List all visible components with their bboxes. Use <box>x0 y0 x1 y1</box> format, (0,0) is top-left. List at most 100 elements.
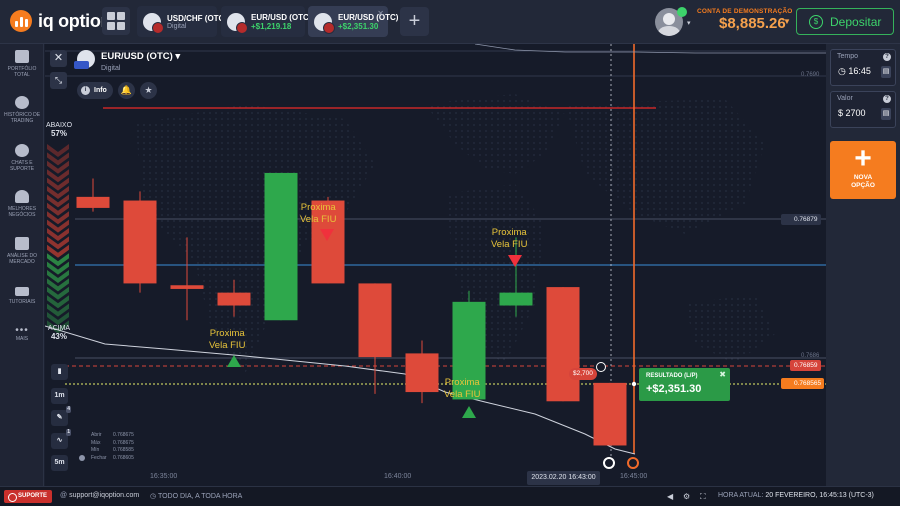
trophy-icon <box>15 190 29 203</box>
support-hours: TODO DIA, A TODA HORA <box>150 492 242 500</box>
ohlc-value: 0.768675 <box>113 439 134 446</box>
asset-tab-eurusd-2[interactable]: EUR/USD (OTC) +$2,351.30 ✕ <box>308 6 398 37</box>
time-axis-label: 16:45:00 <box>620 473 648 480</box>
current-time: HORA ATUAL: 20 FEVEREIRO, 16:45:13 (UTC-… <box>718 492 874 499</box>
new-option-button[interactable]: + NOVA OPÇÃO <box>830 141 896 199</box>
volume-icon[interactable]: ◀ <box>667 492 677 501</box>
ohlc-settings-icon[interactable] <box>79 455 85 461</box>
ohlc-label: Máx <box>91 439 101 446</box>
indicators-button[interactable]: ∿ 1 <box>51 429 71 449</box>
deposit-label: Depositar <box>830 14 882 29</box>
flag-icon <box>314 12 335 34</box>
settings-icon[interactable]: ⚙ <box>683 492 693 501</box>
time-field[interactable]: Tempo ? ◷ 16:45 ▤ <box>830 49 896 86</box>
time-value: ◷ 16:45 <box>838 66 871 76</box>
balance-caret-icon[interactable]: ▼ <box>783 17 791 26</box>
sidebar-item-portfolio[interactable]: PORTFÓLIO TOTAL <box>0 50 44 78</box>
grid-price-label: 0.7686 <box>801 353 820 359</box>
asset-grid-button[interactable] <box>102 7 130 35</box>
amount-field-label: Valor <box>837 95 853 102</box>
candle-bear <box>123 200 157 284</box>
sentiment-up: ACIMA 43% <box>45 325 73 341</box>
time-stepper[interactable]: ▤ <box>881 66 891 78</box>
logo[interactable]: iq option <box>10 10 112 32</box>
fullscreen-icon[interactable]: ⛶ <box>700 492 710 501</box>
ohlc-value: 0.768675 <box>113 432 134 438</box>
time-value-text: 16:45 <box>848 66 871 76</box>
top-bar: iq option USD/CHF (OTC) Digital EUR/USD … <box>0 0 900 44</box>
sidebar-item-tutorials[interactable]: TUTORIAIS <box>0 285 44 305</box>
help-icon[interactable]: ? <box>883 95 891 103</box>
collapse-chart-button[interactable]: ⤡ <box>50 72 67 89</box>
amount-value[interactable]: $ 2700 <box>838 108 866 118</box>
tab-title: EUR/USD (OTC) <box>251 12 312 22</box>
deposit-button[interactable]: $ Depositar <box>796 8 894 35</box>
price-tag-high[interactable]: 0.76879 <box>781 214 821 225</box>
ohlc-label: Fechar <box>91 454 107 461</box>
briefcase-icon <box>15 50 29 63</box>
asset-tab-eurusd-1[interactable]: EUR/USD (OTC) +$1,219.18 <box>221 6 311 37</box>
alert-bell-button[interactable]: 🔔 <box>118 82 135 99</box>
close-icon[interactable]: ✖ <box>719 370 726 379</box>
chevron-down-icon[interactable]: ▾ <box>687 19 691 27</box>
chart-area[interactable]: ✕ ⤡ EUR/USD (OTC) ▾ Digital i Info 🔔 ★ AB… <box>45 44 826 486</box>
chat-icon <box>15 144 29 157</box>
amount-stepper[interactable]: ▤ <box>881 108 891 120</box>
clock-value: 20 FEVEREIRO, 16:45:13 (UTC-3) <box>765 492 874 499</box>
close-tab-icon[interactable]: ✕ <box>377 9 384 18</box>
asset-selector[interactable]: EUR/USD (OTC) ▾ <box>101 51 180 62</box>
amount-field[interactable]: Valor ? $ 2700 ▤ <box>830 91 896 128</box>
sidebar-item-history[interactable]: HISTÓRICO DE TRADING <box>0 96 44 124</box>
help-icon[interactable]: ? <box>883 53 891 61</box>
result-label: RESULTADO (L/P) <box>646 373 698 379</box>
price-tag-value: 0.768565 <box>794 380 822 387</box>
sidebar-item-chat[interactable]: CHATS E SUPORTE <box>0 144 44 172</box>
logo-text: iq option <box>38 10 112 31</box>
candle-bear <box>593 382 627 446</box>
ohlc-label: Mín <box>91 447 100 453</box>
candle-bull <box>499 292 533 306</box>
info-icon: i <box>81 86 90 95</box>
candle-size-button[interactable]: 5m <box>51 455 68 471</box>
drawing-tools-button[interactable]: ✎ 4 <box>51 406 71 426</box>
plus-icon: + <box>854 142 872 175</box>
sidebar-item-best-deals[interactable]: MELHORES NEGÓCIOS <box>0 190 44 218</box>
timeframe-button[interactable]: 1m <box>51 388 68 404</box>
sidebar-item-market-analysis[interactable]: ANÁLISE DO MERCADO <box>0 237 44 265</box>
info-button[interactable]: i Info <box>77 82 113 99</box>
price-tag-current: 0.76859 <box>790 360 821 371</box>
tools-count-badge: 4 <box>66 406 71 413</box>
sidebar-item-label: CHATS E SUPORTE <box>9 160 35 172</box>
tab-title: USD/CHF (OTC) <box>167 13 227 23</box>
candle-bear <box>170 285 204 289</box>
support-button[interactable]: SUPORTE <box>4 490 52 503</box>
annotation-label: Proxima Vela FIU <box>209 328 246 351</box>
sentiment-down-label: ABAIXO <box>45 122 73 129</box>
ohlc-value: 0.768605 <box>113 454 134 461</box>
flag-icon <box>227 12 248 34</box>
finish-flag-icon <box>627 457 639 469</box>
new-option-label: NOVA OPÇÃO <box>851 174 875 189</box>
sentiment-down-pct: 57% <box>50 129 67 138</box>
support-email[interactable]: support@iqoption.com <box>60 492 139 499</box>
sentiment-indicator <box>47 144 69 334</box>
sentiment-up-pct: 43% <box>50 332 67 341</box>
grid-price-label: 0.7690 <box>801 72 820 78</box>
balance-value[interactable]: $8,885.26 <box>719 15 786 32</box>
candlestick-chart[interactable] <box>45 44 826 486</box>
close-chart-button[interactable]: ✕ <box>50 50 67 67</box>
add-tab-button[interactable]: + <box>400 7 429 36</box>
trade-marker-icon <box>596 362 606 372</box>
sidebar-item-more[interactable]: ••• MAIS <box>0 326 44 343</box>
trade-stake-badge[interactable]: $2,700 <box>569 368 597 380</box>
tab-subtitle: Digital <box>167 22 187 30</box>
favorite-star-button[interactable]: ★ <box>140 82 157 99</box>
sidebar-item-label: HISTÓRICO DE TRADING <box>3 112 41 124</box>
ohlc-value: 0.768585 <box>113 447 134 453</box>
moving-average-upper-line <box>474 44 826 54</box>
chart-type-button[interactable]: ▮ <box>51 364 68 380</box>
account-type-label: CONTA DE DEMONSTRAÇÃO <box>697 8 793 15</box>
asset-tab-usdchf[interactable]: USD/CHF (OTC) Digital <box>137 6 227 37</box>
result-value: +$2,351.30 <box>646 383 702 395</box>
sidebar-item-label: ANÁLISE DO MERCADO <box>6 253 37 265</box>
